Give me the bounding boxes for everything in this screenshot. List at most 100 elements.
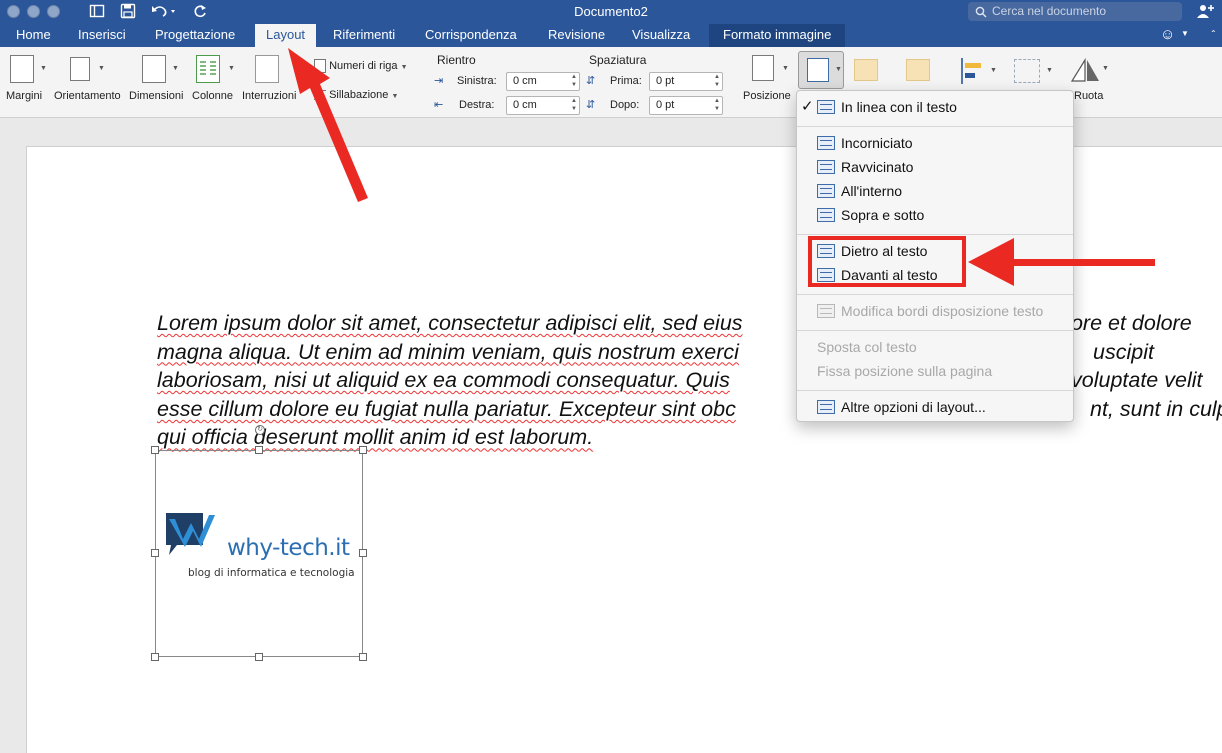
indent-left-field[interactable]: 0 cm ▲ ▼	[506, 72, 580, 91]
menu-item-label: All'interno	[841, 183, 903, 199]
search-placeholder: Cerca nel documento	[992, 4, 1107, 18]
paragraph-line-tail: voluptate velit	[1071, 368, 1203, 393]
wrap-through-icon	[817, 184, 835, 198]
spacing-before-icon: ⇵	[586, 75, 596, 87]
share-user-icon[interactable]	[1196, 3, 1214, 22]
rotation-handle-icon[interactable]: ↻	[255, 425, 265, 435]
wrap-text-icon	[807, 58, 829, 82]
menu-item-label: In linea con il testo	[841, 99, 957, 115]
group-icon[interactable]	[1014, 59, 1040, 83]
save-icon[interactable]	[120, 3, 136, 21]
spacing-after-field[interactable]: 0 pt ▲ ▼	[649, 96, 723, 115]
tab-progettazione[interactable]: Progettazione	[144, 24, 246, 47]
margins-icon	[10, 55, 34, 83]
chevron-down-icon: ▼	[782, 65, 789, 72]
wrap-top-bottom-icon	[817, 208, 835, 222]
search-icon	[975, 2, 987, 24]
paragraph-line: qui officia deserunt mollit anim id est …	[157, 425, 594, 450]
close-window-button[interactable]	[7, 5, 20, 18]
tab-inserisci[interactable]: Inserisci	[67, 24, 137, 47]
indent-left-label: Sinistra:	[457, 75, 497, 87]
stepper-arrows-icon[interactable]: ▲ ▼	[571, 73, 577, 89]
chevron-down-icon: ▼	[1102, 65, 1109, 72]
margins-button[interactable]: ▼ Margini	[4, 47, 48, 117]
tab-home[interactable]: Home	[5, 24, 62, 47]
wrap-text-button[interactable]: ▼	[798, 51, 844, 89]
paragraph-line-tail: nt, sunt in culpa	[1090, 396, 1222, 421]
chevron-down-icon: ▼	[172, 65, 179, 72]
menu-item-more-layout-options[interactable]: Altre opzioni di layout...	[797, 395, 1073, 419]
ribbon-collapse-chevron-icon[interactable]: ⌃	[1210, 29, 1217, 38]
spacing-before-label: Prima:	[610, 75, 642, 87]
search-input[interactable]: Cerca nel documento	[968, 2, 1182, 21]
resize-handle[interactable]	[255, 446, 263, 454]
resize-handle[interactable]	[359, 653, 367, 661]
annotation-arrow-shaft	[1008, 259, 1155, 266]
resize-handle[interactable]	[255, 653, 263, 661]
columns-label: Colonne	[192, 90, 233, 102]
spacing-after-icon: ⇵	[586, 99, 596, 111]
tab-visualizza[interactable]: Visualizza	[621, 24, 701, 47]
orientation-button[interactable]: ▼ Orientamento	[52, 47, 126, 117]
spacing-before-field[interactable]: 0 pt ▲ ▼	[649, 72, 723, 91]
resize-handle[interactable]	[151, 549, 159, 557]
tab-revisione[interactable]: Revisione	[537, 24, 616, 47]
ribbon-tab-bar: Home Inserisci Progettazione Layout Rife…	[0, 24, 1222, 47]
redo-icon[interactable]	[192, 3, 208, 21]
stepper-arrows-icon[interactable]: ▲ ▼	[714, 97, 720, 113]
menu-item-label: Sposta col testo	[817, 339, 917, 355]
menu-separator	[797, 330, 1073, 331]
feedback-chevron-down-icon[interactable]: ▼	[1181, 29, 1189, 38]
menu-item-top-bottom[interactable]: Sopra e sotto	[797, 203, 1073, 227]
position-button[interactable]: ▼ Posizione	[742, 47, 792, 117]
stepper-arrows-icon[interactable]: ▲ ▼	[571, 97, 577, 113]
menu-separator	[797, 234, 1073, 235]
menu-item-square[interactable]: Incorniciato	[797, 131, 1073, 155]
spacing-after-label: Dopo:	[610, 99, 640, 111]
chevron-down-icon: ▼	[98, 65, 105, 72]
more-layout-options-icon	[817, 400, 835, 414]
paragraph-line-tail: bore et dolore	[1059, 311, 1192, 335]
menu-item-through[interactable]: All'interno	[797, 179, 1073, 203]
spacing-after-value: 0 pt	[656, 99, 675, 111]
menu-item-label: Sopra e sotto	[841, 207, 925, 223]
tab-corrispondenza[interactable]: Corrispondenza	[414, 24, 528, 47]
rotate-label: Ruota	[1074, 90, 1104, 102]
chevron-down-icon: ▼	[391, 93, 399, 100]
menu-item-move-with-text: Sposta col testo	[797, 335, 1073, 359]
zoom-window-button[interactable]	[47, 5, 60, 18]
tab-formato-immagine[interactable]: Formato immagine	[709, 24, 846, 47]
columns-icon	[196, 55, 220, 83]
indent-right-field[interactable]: 0 cm ▲ ▼	[506, 96, 580, 115]
indent-right-label: Destra:	[459, 99, 495, 111]
menu-item-fix-position: Fissa posizione sulla pagina	[797, 359, 1073, 383]
indent-left-icon: ⇥	[434, 75, 444, 87]
sidebar-toggle-icon[interactable]	[89, 3, 105, 21]
logo-text: why-tech.it	[227, 535, 350, 561]
annotation-arrow-to-layout-tab	[288, 48, 368, 202]
indent-group-label: Rientro	[437, 53, 476, 67]
chevron-down-icon: ▼	[40, 65, 47, 72]
resize-handle[interactable]	[359, 446, 367, 454]
position-label: Posizione	[743, 90, 791, 102]
stepper-arrows-icon[interactable]: ▲ ▼	[714, 73, 720, 89]
resize-handle[interactable]	[151, 653, 159, 661]
feedback-smiley-icon[interactable]: ☺	[1160, 26, 1175, 43]
minimize-window-button[interactable]	[27, 5, 40, 18]
indent-right-value: 0 cm	[513, 99, 537, 111]
undo-icon[interactable]	[150, 3, 176, 21]
chevron-down-icon: ▼	[1046, 67, 1053, 74]
logo-tagline: blog di informatica e tecnologia	[188, 567, 355, 579]
send-backward-icon[interactable]	[906, 59, 930, 81]
resize-handle[interactable]	[151, 446, 159, 454]
bring-forward-icon[interactable]	[854, 59, 878, 81]
align-icon[interactable]	[960, 57, 986, 85]
menu-item-label: Altre opzioni di layout...	[841, 399, 986, 415]
menu-item-tight[interactable]: Ravvicinato	[797, 155, 1073, 179]
menu-item-label: Fissa posizione sulla pagina	[817, 363, 993, 379]
menu-item-in-line[interactable]: ✓ In linea con il testo	[797, 95, 1073, 119]
columns-button[interactable]: ▼ Colonne	[190, 47, 238, 117]
resize-handle[interactable]	[359, 549, 367, 557]
size-button[interactable]: ▼ Dimensioni	[128, 47, 186, 117]
orientation-icon	[70, 57, 90, 81]
